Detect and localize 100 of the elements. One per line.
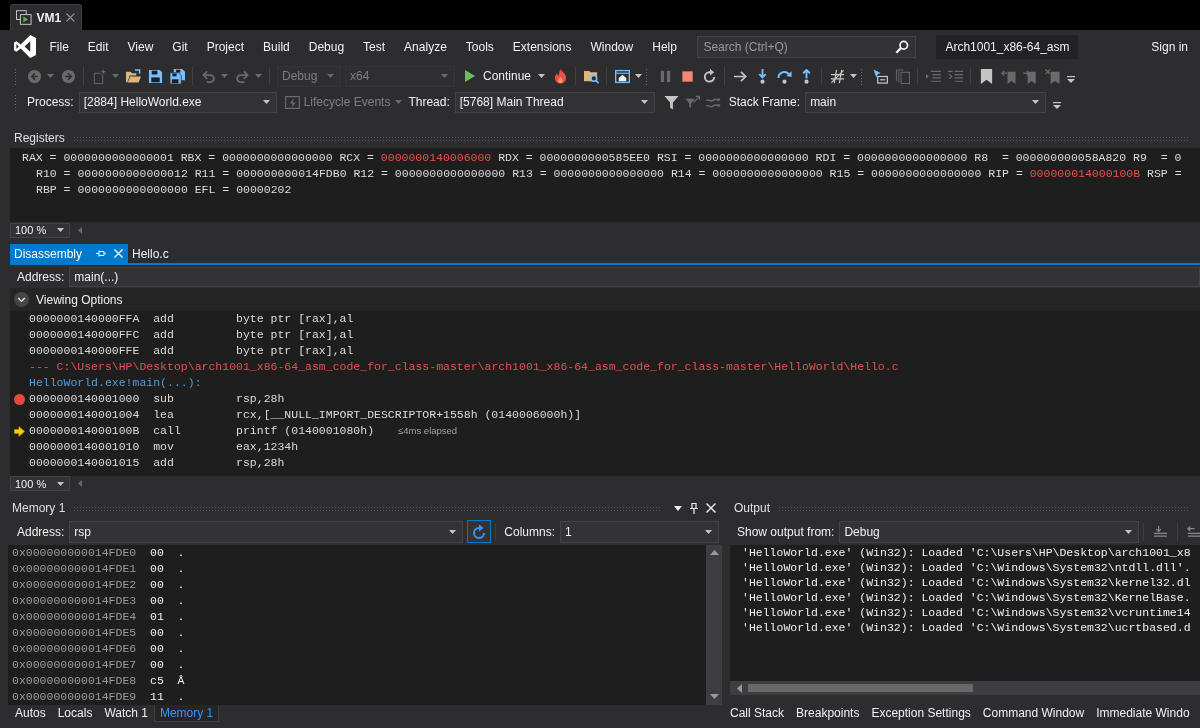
pin-icon[interactable] — [690, 502, 698, 514]
menu-item[interactable]: Tools — [456, 39, 504, 54]
memory-character: . — [177, 561, 185, 577]
scrollbar-thumb[interactable] — [748, 684, 973, 692]
register-name: R11 = — [194, 167, 230, 180]
toolbar-overflow-icon[interactable] — [1053, 101, 1062, 109]
process-dropdown[interactable]: [2884] HelloWorld.exe — [78, 91, 277, 113]
menu-item[interactable]: Edit — [78, 39, 119, 54]
sign-in-link[interactable]: Sign in — [1151, 39, 1188, 54]
horizontal-scrollbar[interactable] — [730, 681, 1200, 695]
instruction-mnemonic: add — [153, 455, 175, 471]
register-name: RDX = — [498, 151, 533, 164]
menu-item[interactable]: Extensions — [503, 39, 582, 54]
register-value: 0000000000000000 — [553, 167, 664, 180]
lines-arrow-icon[interactable] — [1187, 524, 1200, 539]
caret-icon — [1125, 529, 1133, 534]
instruction-mnemonic: call — [153, 423, 182, 439]
menu-item[interactable]: File — [40, 39, 79, 54]
refresh-button[interactable] — [467, 520, 492, 543]
stop-icon[interactable] — [679, 68, 695, 84]
caret-icon — [449, 529, 457, 534]
address-dropdown[interactable]: rsp — [69, 520, 464, 543]
caret-icon[interactable] — [674, 505, 682, 511]
menu-item[interactable]: Analyze — [394, 39, 457, 54]
instruction-mnemonic: add — [153, 327, 175, 343]
cursor-box-icon[interactable] — [872, 68, 888, 84]
tool-window-tab[interactable]: Call Stack — [724, 705, 791, 722]
memory-byte: 00 — [150, 561, 165, 577]
output-source-dropdown[interactable]: Debug — [839, 520, 1140, 543]
menu-item[interactable]: Git — [162, 39, 198, 54]
toolbar-grip[interactable] — [14, 93, 18, 111]
flame-icon[interactable] — [552, 68, 568, 84]
instruction-address: 0000000140001000 — [29, 391, 141, 407]
tool-window-tab[interactable]: Locals — [51, 705, 99, 722]
play-icon — [465, 70, 475, 82]
continue-button[interactable]: Continue — [461, 65, 550, 87]
scroll-down-icon[interactable] — [709, 694, 719, 699]
menu-item[interactable]: Help — [642, 39, 687, 54]
output-line: 'HelloWorld.exe' (Win32): Loaded 'C:\Windows\System32\KernelBase. — [741, 590, 1192, 605]
tool-window-tab[interactable]: Autos — [9, 705, 52, 722]
menu-item[interactable]: Window — [581, 39, 643, 54]
bookmark-icon[interactable] — [978, 68, 994, 84]
menu-item[interactable]: View — [118, 39, 163, 54]
instruction-mnemonic: sub — [153, 391, 175, 407]
tool-window-tab[interactable]: Watch 1 — [98, 705, 154, 722]
scroll-left-icon[interactable] — [78, 226, 82, 234]
zoom-dropdown[interactable]: 100 % — [10, 476, 70, 491]
step-over-icon[interactable] — [776, 68, 792, 84]
viewing-options-toggle[interactable]: Viewing Options — [14, 292, 123, 307]
document-tab[interactable]: Hello.c — [128, 244, 174, 263]
open-folder-icon[interactable] — [125, 68, 141, 84]
instruction-address: 0000000140001015 — [29, 455, 141, 471]
stack-frame-dropdown[interactable]: main — [805, 91, 1047, 113]
folder-search-icon[interactable] — [583, 68, 599, 84]
thread-dropdown[interactable]: [5768] Main Thread — [454, 91, 655, 113]
restart-icon[interactable] — [701, 68, 717, 84]
scroll-up-icon[interactable] — [709, 550, 719, 555]
refresh-icon — [472, 523, 487, 540]
breakpoint-icon[interactable] — [14, 393, 25, 405]
scroll-left-icon[interactable] — [78, 480, 82, 487]
toolbar-grip[interactable] — [14, 67, 18, 85]
menu-item[interactable]: Build — [253, 39, 300, 54]
register-name: R10 = — [36, 167, 71, 180]
register-name: R8 = — [974, 151, 1009, 164]
menu-item[interactable]: Debug — [299, 39, 354, 54]
toolbar-overflow-icon[interactable] — [1067, 75, 1076, 83]
address-field[interactable]: main(...) — [69, 266, 1200, 287]
panel-title: Output — [734, 501, 771, 515]
lightning-box-icon — [284, 94, 300, 110]
zoom-dropdown[interactable]: 100 % — [10, 222, 70, 238]
columns-dropdown[interactable]: 1 — [560, 520, 720, 543]
caret-icon — [1032, 100, 1040, 104]
register-name: RDI = — [815, 151, 851, 164]
window-tab[interactable]: VM1 — [10, 4, 82, 30]
tool-window-tab[interactable]: Memory 1 — [153, 705, 220, 722]
menu-item[interactable]: Test — [353, 39, 395, 54]
save-all-icon[interactable] — [169, 68, 185, 84]
save-icon[interactable] — [147, 68, 163, 84]
caret-icon — [538, 74, 546, 78]
right-arrow-icon[interactable] — [732, 68, 748, 84]
caret-icon[interactable] — [850, 74, 858, 78]
instruction-address: 000000014000100B — [29, 423, 141, 439]
tool-window-tab[interactable]: Command Window — [976, 705, 1091, 722]
lines-arrow-icon[interactable] — [1153, 524, 1169, 539]
caret-icon — [705, 529, 713, 534]
menu-item[interactable]: Project — [197, 39, 254, 54]
caret-icon[interactable] — [635, 74, 643, 78]
browser-home-icon[interactable] — [614, 68, 630, 84]
search-field[interactable]: Search (Ctrl+Q) — [697, 35, 917, 58]
scroll-left-icon[interactable] — [737, 683, 742, 693]
tool-window-tab[interactable]: Exception Settings — [865, 705, 977, 722]
register-value: 0000000000000000 — [857, 151, 968, 164]
funnel-icon[interactable] — [663, 94, 679, 110]
tool-window-tab[interactable]: Immediate Windo — [1090, 705, 1196, 722]
vertical-scrollbar[interactable] — [706, 545, 722, 705]
slashed-grid-icon[interactable] — [829, 68, 845, 84]
tool-window-tab[interactable]: Breakpoints — [790, 705, 866, 722]
memory-address: 0x000000000014FDE3 — [12, 593, 138, 609]
instruction-mnemonic: add — [153, 343, 175, 359]
ribbon-logo-icon[interactable] — [14, 35, 36, 58]
